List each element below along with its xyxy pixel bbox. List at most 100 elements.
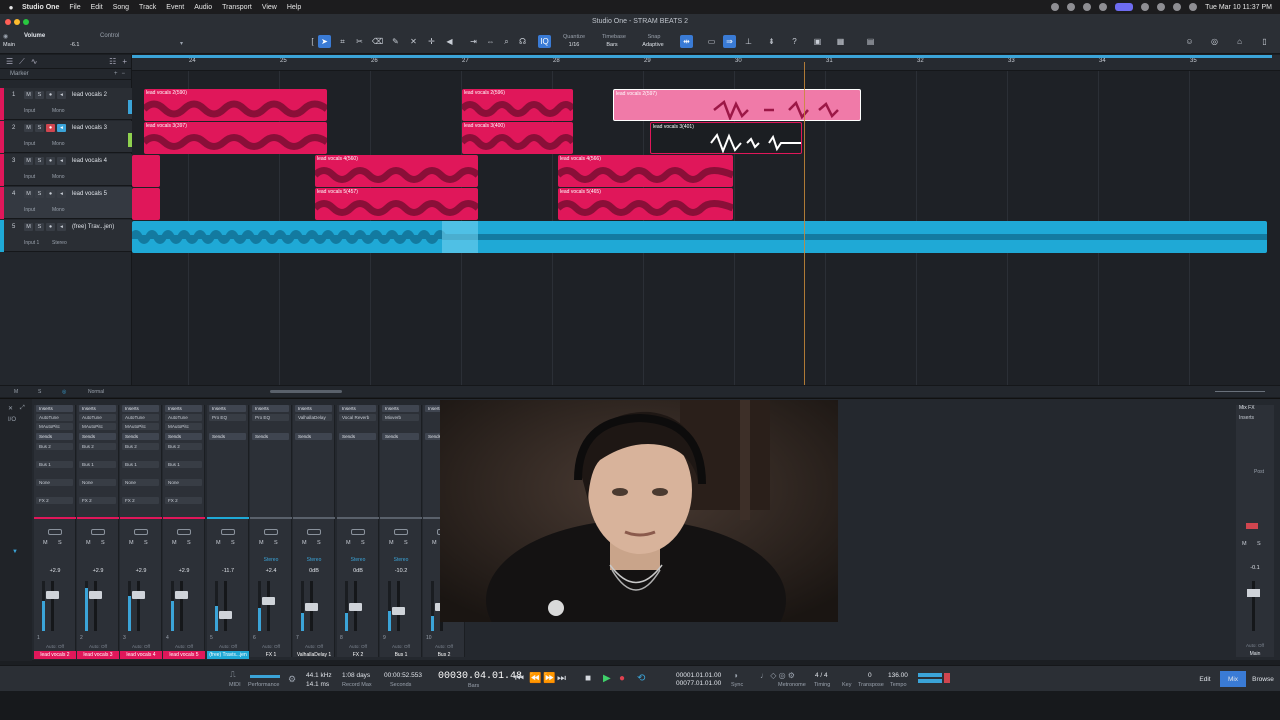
list-icon[interactable]: ☰ <box>6 57 13 66</box>
audio-clip[interactable]: lead vocals 3(400) <box>462 122 573 154</box>
sends-header[interactable]: Sends <box>165 433 202 440</box>
add-track-icon[interactable]: + <box>122 57 131 66</box>
stereo-label[interactable]: Stereo <box>380 557 422 563</box>
mute-button[interactable]: M <box>129 540 134 546</box>
send-slot[interactable]: Bus 2 <box>79 443 116 450</box>
fader-knob[interactable] <box>46 591 59 599</box>
zoom-icon[interactable]: ⌕ <box>500 35 513 48</box>
solo-button[interactable]: S <box>361 540 365 546</box>
audio-clip[interactable]: lead vocals 2(590) <box>144 89 327 121</box>
insert-slot[interactable]: Mixverb <box>382 414 419 421</box>
mute-button[interactable]: M <box>389 540 394 546</box>
play-icon[interactable]: ▶ <box>603 673 611 684</box>
fader-track[interactable] <box>46 581 59 631</box>
fader-knob[interactable] <box>175 591 188 599</box>
volume-value[interactable]: +2.9 <box>120 568 162 574</box>
fader-track[interactable] <box>305 581 318 631</box>
bend-tool-icon[interactable]: ✛ <box>425 35 438 48</box>
fader-knob[interactable] <box>305 603 318 611</box>
add-marker-icon[interactable]: + <box>114 71 118 77</box>
send-slot[interactable]: FX 2 <box>36 497 73 504</box>
track-input[interactable]: Input <box>24 108 35 114</box>
sends-header[interactable]: Sends <box>252 433 289 440</box>
autoscroll-icon[interactable]: ▭ <box>705 35 718 48</box>
timebase-value[interactable]: Bars <box>598 42 626 48</box>
close-mixer-icon[interactable]: ✕ <box>8 405 13 412</box>
menu-event[interactable]: Event <box>166 4 184 11</box>
mute-button[interactable]: M <box>24 91 33 99</box>
inserts-header[interactable]: Inserts <box>122 405 159 412</box>
stereo-label[interactable]: Stereo <box>293 557 335 563</box>
status-icon[interactable] <box>1083 3 1092 11</box>
settings-gear-icon[interactable]: ⚙ <box>288 674 296 685</box>
track-input[interactable]: Input <box>24 174 35 180</box>
insert-slot[interactable]: AutoTune <box>36 414 73 421</box>
snap-value[interactable]: Adaptive <box>636 42 670 48</box>
fader-track[interactable] <box>262 581 275 631</box>
channel-name[interactable]: FX 1 <box>250 651 292 659</box>
volume-value[interactable]: -10.2 <box>380 568 422 574</box>
fader-knob[interactable] <box>219 611 232 619</box>
track-input[interactable]: Input 1 <box>24 240 39 246</box>
solo-button[interactable]: S <box>35 223 44 231</box>
window-split-icon[interactable]: ▯ <box>1258 35 1271 48</box>
loop-start-icon[interactable]: ⏮ <box>515 673 524 684</box>
channel-name[interactable]: lead vocals 2 <box>34 651 76 659</box>
mute-button[interactable]: M <box>432 540 437 546</box>
rewind-icon[interactable]: ⏪ <box>529 673 541 684</box>
channel-name[interactable]: (free) Travis...jen <box>207 651 249 659</box>
track-mode[interactable]: Stereo <box>52 240 67 246</box>
mute-button[interactable]: M <box>24 223 33 231</box>
pan-knob[interactable] <box>394 529 408 535</box>
automation-mode[interactable]: Auto: Off <box>380 644 422 649</box>
audio-clip[interactable]: lead vocals 2(596) <box>462 89 573 121</box>
channel-name[interactable]: lead vocals 5 <box>163 651 205 659</box>
track-name[interactable]: lead vocals 5 <box>72 191 107 197</box>
channel-name[interactable]: ValhallaDelay 1 <box>293 651 335 659</box>
insert-slot[interactable]: MAutoPitc <box>122 423 159 430</box>
sends-header[interactable]: Sends <box>36 433 73 440</box>
loop-end-value[interactable]: 00077.01.01.00 <box>676 680 721 687</box>
audio-clip[interactable] <box>132 155 160 187</box>
user-icon[interactable]: ☺ <box>1183 35 1196 48</box>
audio-clip[interactable]: lead vocals 3(397) <box>144 122 327 154</box>
solo-button[interactable]: S <box>35 157 44 165</box>
send-slot[interactable]: Bus 1 <box>165 461 202 468</box>
insert-slot[interactable]: MAutoPitc <box>36 423 73 430</box>
inserts-header[interactable]: Inserts <box>165 405 202 412</box>
solo-button[interactable]: S <box>144 540 148 546</box>
send-slot[interactable]: Bus 2 <box>122 443 159 450</box>
track-mode[interactable]: Mono <box>52 207 65 213</box>
inserts-header[interactable]: Inserts <box>36 405 73 412</box>
track-name[interactable]: lead vocals 2 <box>72 92 107 98</box>
home-icon[interactable]: ⌂ <box>1233 35 1246 48</box>
insert-slot[interactable]: Pro EQ <box>252 414 289 421</box>
send-slot[interactable]: Bus 2 <box>36 443 73 450</box>
tab-mix[interactable]: Mix <box>1220 671 1246 687</box>
monitor-icon[interactable]: ◂ <box>57 91 66 99</box>
paint-tool-icon[interactable]: ✎ <box>389 35 402 48</box>
sends-header[interactable]: Sends <box>79 433 116 440</box>
battery-icon[interactable] <box>1157 3 1166 11</box>
main-inserts-label[interactable]: Inserts <box>1239 415 1254 421</box>
volume-value[interactable]: +2.9 <box>163 568 205 574</box>
track-mode[interactable]: Mono <box>52 108 65 114</box>
automation-mode[interactable]: Auto: Off <box>163 644 205 649</box>
range-tool-icon[interactable]: ⌗ <box>336 35 349 48</box>
apple-icon[interactable]: ● <box>0 3 22 12</box>
channel-name[interactable]: FX 2 <box>337 651 379 659</box>
volume-value[interactable]: -6.1 <box>70 42 79 48</box>
insert-slot[interactable]: ValhallaDelay <box>295 414 332 421</box>
status-icon[interactable] <box>1067 3 1076 11</box>
send-slot[interactable]: FX 2 <box>79 497 116 504</box>
status-icon[interactable] <box>1051 3 1060 11</box>
loop-icon[interactable]: ⟲ <box>637 673 645 684</box>
stop-icon[interactable]: ■ <box>585 673 591 684</box>
loop-start-value[interactable]: 00001.01.01.00 <box>676 672 721 679</box>
listen-tool-icon[interactable]: ◀ <box>443 35 456 48</box>
grid-icon[interactable]: ▦ <box>834 35 847 48</box>
menu-file[interactable]: File <box>69 4 80 11</box>
insert-slot[interactable]: MAutoPitc <box>79 423 116 430</box>
send-slot[interactable]: Bus 1 <box>122 461 159 468</box>
track-row[interactable]: 1 M S ● ◂ lead vocals 2 Input Mono <box>0 88 132 120</box>
